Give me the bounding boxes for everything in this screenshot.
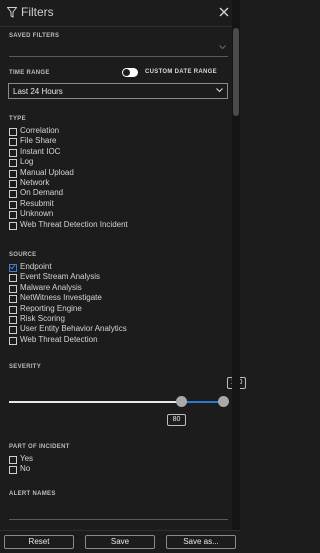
filters-header: Filters bbox=[0, 0, 240, 27]
checkbox[interactable] bbox=[9, 190, 17, 199]
checkbox-item[interactable]: Risk Scoring bbox=[9, 314, 127, 324]
checkbox[interactable] bbox=[9, 169, 17, 178]
checkbox-item[interactable]: Event Stream Analysis bbox=[9, 272, 127, 283]
checkbox-item[interactable]: Yes bbox=[9, 454, 33, 464]
severity-slider-track[interactable] bbox=[9, 401, 181, 403]
checkbox-item[interactable]: Instant IOC bbox=[9, 147, 128, 157]
checkbox[interactable] bbox=[9, 274, 17, 283]
toggle-knob bbox=[123, 69, 130, 76]
checkbox-item[interactable]: Web Threat Detection Incident bbox=[9, 220, 128, 230]
checkbox-label: Correlation bbox=[20, 126, 60, 135]
checkbox[interactable] bbox=[9, 305, 17, 314]
checkbox-label: Unknown bbox=[20, 209, 54, 219]
filters-footer: Reset Save Save as... bbox=[0, 530, 240, 553]
checkbox-item[interactable]: Malware Analysis bbox=[9, 283, 127, 293]
source-checkbox-list: Endpoint Event Stream Analysis Malware Ana… bbox=[9, 262, 127, 345]
severity-min-handle[interactable] bbox=[176, 396, 187, 407]
checkbox-item[interactable]: Endpoint bbox=[9, 262, 127, 272]
time-range-value: Last 24 Hours bbox=[13, 87, 63, 96]
checkbox-item[interactable]: Manual Upload bbox=[9, 168, 128, 178]
checkbox[interactable] bbox=[9, 456, 17, 464]
checkbox-label: Yes bbox=[20, 454, 34, 463]
checkbox[interactable] bbox=[9, 138, 17, 147]
time-range-label: TIME RANGE bbox=[9, 70, 50, 76]
time-range-select[interactable]: Last 24 Hours bbox=[8, 83, 228, 99]
checkbox-label: Network bbox=[20, 177, 50, 187]
checkbox-item[interactable]: NetWitness Investigate bbox=[9, 293, 127, 304]
checkbox-label: Instant IOC bbox=[20, 146, 61, 156]
checkbox[interactable] bbox=[9, 159, 17, 168]
checkbox-checked[interactable] bbox=[9, 264, 17, 272]
chevron-down-icon bbox=[216, 88, 223, 93]
severity-label: SEVERITY bbox=[9, 364, 42, 370]
checkbox-label: Risk Scoring bbox=[20, 313, 65, 323]
alert-names-field[interactable] bbox=[9, 505, 228, 520]
checkbox-item[interactable]: On Demand bbox=[9, 188, 128, 199]
checkbox-label: Malware Analysis bbox=[20, 282, 82, 292]
checkbox-label: On Demand bbox=[20, 188, 64, 198]
type-label: TYPE bbox=[9, 116, 26, 122]
checkbox-item[interactable]: File Share bbox=[9, 136, 128, 147]
save-button[interactable]: Save bbox=[85, 535, 155, 549]
checkbox[interactable] bbox=[9, 148, 17, 157]
checkbox-label: Manual Upload bbox=[20, 167, 74, 177]
part-of-incident-label: PART OF INCIDENT bbox=[9, 444, 70, 450]
checkbox-item[interactable]: Network bbox=[9, 178, 128, 188]
checkbox-item[interactable]: Unknown bbox=[9, 209, 128, 220]
panel-title: Filters bbox=[21, 5, 54, 19]
checkbox-label: Reporting Engine bbox=[20, 303, 82, 313]
checkbox-label: Endpoint bbox=[20, 262, 52, 271]
close-icon[interactable] bbox=[218, 6, 230, 18]
checkbox[interactable] bbox=[9, 336, 17, 345]
checkbox-label: No bbox=[20, 464, 31, 474]
saved-filters-select[interactable] bbox=[9, 42, 228, 57]
filter-icon bbox=[7, 7, 17, 18]
checkbox[interactable] bbox=[9, 128, 17, 136]
type-checkbox-list: Correlation File Share Instant IOC Log Manua… bbox=[9, 126, 128, 230]
checkbox[interactable] bbox=[9, 284, 17, 293]
scrollbar[interactable] bbox=[232, 0, 240, 530]
filters-panel: Filters SAVED FILTERS TIME RANGE CUSTOM … bbox=[0, 0, 246, 552]
checkbox[interactable] bbox=[9, 211, 17, 220]
checkbox-label: NetWitness Investigate bbox=[20, 293, 102, 303]
checkbox[interactable] bbox=[9, 466, 17, 475]
checkbox[interactable] bbox=[9, 295, 17, 304]
checkbox-label: Web Threat Detection Incident bbox=[20, 219, 128, 229]
checkbox-item[interactable]: User Entity Behavior Analytics bbox=[9, 324, 127, 335]
custom-date-range-label: CUSTOM DATE RANGE bbox=[145, 69, 217, 75]
checkbox-label: File Share bbox=[20, 136, 57, 146]
checkbox[interactable] bbox=[9, 221, 17, 230]
checkbox-label: Log bbox=[20, 157, 34, 167]
checkbox-item[interactable]: Reporting Engine bbox=[9, 304, 127, 314]
checkbox[interactable] bbox=[9, 200, 17, 209]
checkbox-label: User Entity Behavior Analytics bbox=[20, 324, 127, 334]
checkbox-label: Web Threat Detection bbox=[20, 334, 98, 344]
custom-date-range-toggle[interactable] bbox=[122, 68, 138, 77]
chevron-down-icon bbox=[219, 45, 226, 50]
checkbox-item[interactable]: Correlation bbox=[9, 126, 128, 136]
saved-filters-label: SAVED FILTERS bbox=[9, 33, 60, 39]
severity-min-tooltip: 80 bbox=[167, 414, 186, 426]
checkbox[interactable] bbox=[9, 179, 17, 188]
checkbox-item[interactable]: Log bbox=[9, 157, 128, 168]
scrollbar-thumb[interactable] bbox=[233, 28, 239, 116]
checkbox-label: Event Stream Analysis bbox=[20, 272, 101, 282]
checkbox-item[interactable]: Web Threat Detection bbox=[9, 335, 127, 345]
part-of-incident-checkbox-list: Yes No bbox=[9, 454, 33, 475]
checkbox-label: Resubmit bbox=[20, 198, 54, 208]
severity-max-handle[interactable] bbox=[218, 396, 229, 407]
checkbox[interactable] bbox=[9, 326, 17, 335]
save-as-button[interactable]: Save as... bbox=[166, 535, 236, 549]
checkbox[interactable] bbox=[9, 315, 17, 324]
checkbox-item[interactable]: No bbox=[9, 464, 33, 475]
source-label: SOURCE bbox=[9, 252, 37, 258]
checkbox-item[interactable]: Resubmit bbox=[9, 199, 128, 209]
reset-button[interactable]: Reset bbox=[4, 535, 74, 549]
alert-names-label: ALERT NAMES bbox=[9, 491, 56, 497]
